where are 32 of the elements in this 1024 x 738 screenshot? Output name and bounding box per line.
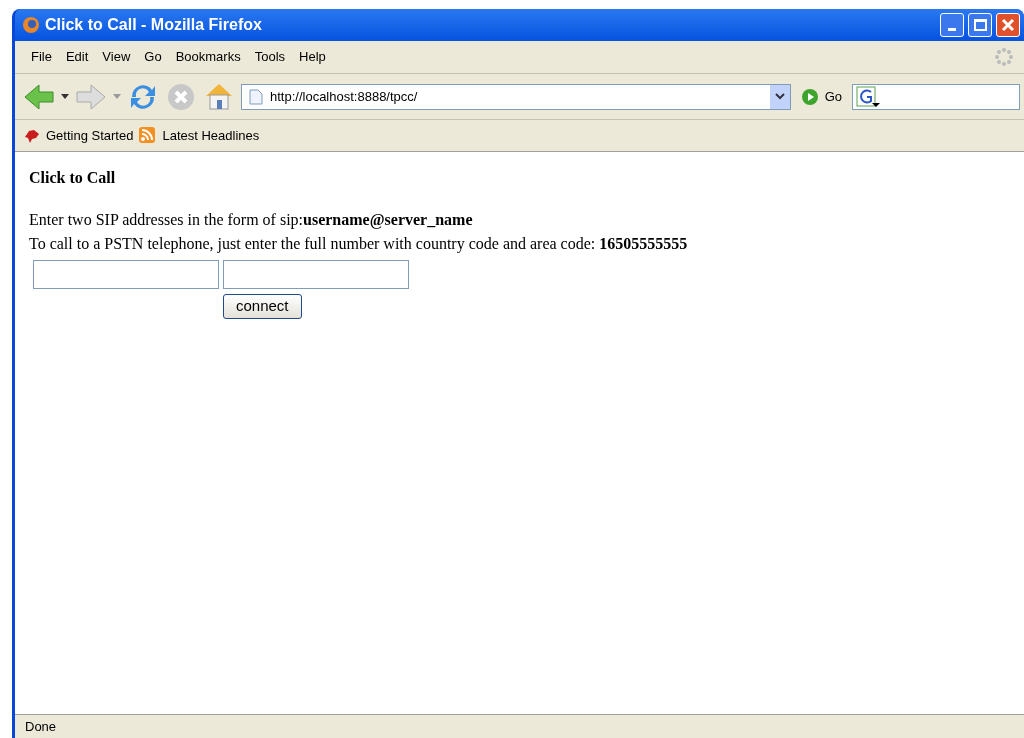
window-title: Click to Call - Mozilla Firefox bbox=[45, 15, 263, 35]
close-icon bbox=[1001, 18, 1015, 32]
maximize-button[interactable] bbox=[968, 13, 992, 37]
minimize-button[interactable] bbox=[940, 13, 964, 37]
instruction-text: To call to a PSTN telephone, just enter the full number with country code and area code: 16505555555 bbox=[29, 234, 688, 255]
back-arrow-icon[interactable] bbox=[23, 81, 55, 112]
input-field[interactable] bbox=[223, 260, 409, 289]
close-button[interactable] bbox=[996, 13, 1020, 37]
throbber-icon bbox=[994, 47, 1014, 67]
menu-item[interactable]: Tools bbox=[248, 47, 292, 67]
status-text: Done bbox=[25, 717, 57, 736]
menu-item[interactable]: File bbox=[25, 47, 58, 67]
menu-item[interactable]: Help bbox=[293, 47, 332, 67]
menu-item[interactable]: Go bbox=[138, 47, 168, 67]
feed-icon bbox=[139, 126, 158, 145]
input-field[interactable] bbox=[33, 260, 219, 289]
menu-item[interactable]: Bookmarks bbox=[169, 47, 247, 67]
go-button[interactable]: Go bbox=[796, 86, 846, 107]
page-icon bbox=[249, 88, 263, 105]
instruction-text: Enter two SIP addresses in the form of sip:username@server_name bbox=[29, 210, 473, 231]
browser-logo-icon bbox=[21, 15, 41, 35]
search-engine-icon[interactable] bbox=[856, 85, 880, 108]
connect-button[interactable]: connect bbox=[223, 294, 302, 319]
dropdown-arrow-icon[interactable] bbox=[61, 93, 69, 100]
menu-item[interactable]: Edit bbox=[59, 47, 95, 67]
bookmark-link[interactable]: Getting Started bbox=[23, 125, 134, 146]
menu-item[interactable]: View bbox=[96, 47, 137, 67]
address-field[interactable]: http://localhost:8888/tpcc/ bbox=[241, 83, 791, 110]
play-icon bbox=[800, 87, 819, 106]
search-field[interactable] bbox=[852, 83, 1020, 110]
bookmark-link[interactable]: Latest Headlines bbox=[139, 125, 260, 146]
page-heading: Click to Call bbox=[29, 168, 116, 188]
